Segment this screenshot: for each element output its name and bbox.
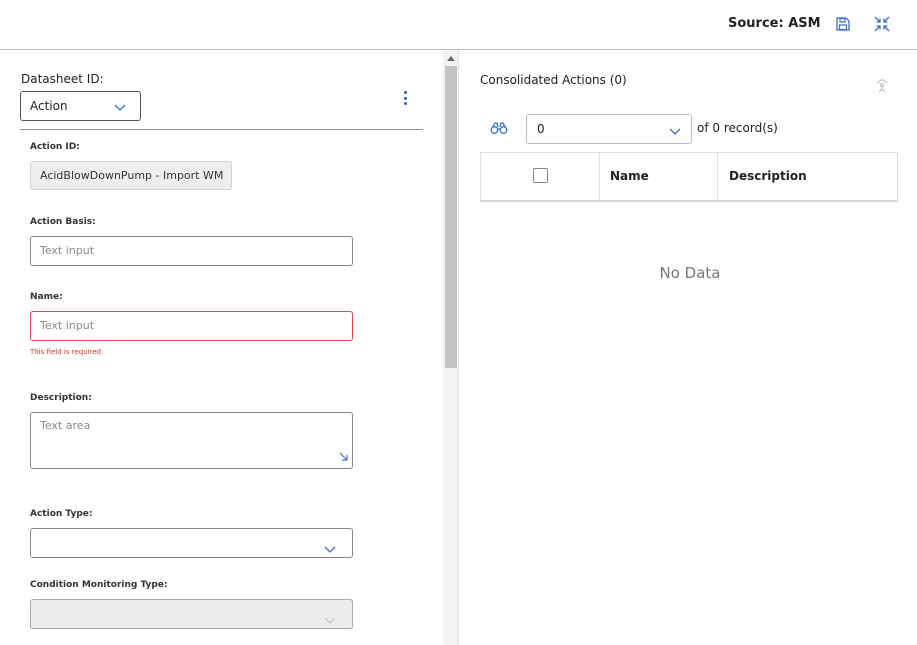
divider [20, 129, 423, 130]
column-header-description[interactable]: Description [718, 153, 897, 201]
action-basis-input[interactable]: Text input [30, 236, 353, 266]
select-all-cell [481, 153, 600, 201]
action-basis-label: Action Basis: [30, 217, 96, 227]
top-toolbar: Source: ASM [0, 0, 917, 50]
consolidated-actions-panel: Consolidated Actions (0) 0 of 0 record(s… [460, 50, 917, 645]
more-options-icon[interactable] [400, 90, 410, 106]
select-all-checkbox[interactable] [533, 168, 548, 183]
action-id-field: AcidBlowDownPump - Import WM [30, 161, 232, 190]
action-type-select[interactable] [30, 528, 353, 558]
page-select[interactable]: 0 [526, 114, 692, 144]
record-count-text: of 0 record(s) [697, 121, 778, 135]
name-label: Name: [30, 292, 63, 302]
datasheet-panel: Datasheet ID: Action Action ID: AcidBlow… [0, 50, 443, 645]
resize-grip-icon[interactable] [339, 452, 349, 465]
chevron-down-icon [114, 101, 126, 115]
grid-header: Name Description [480, 152, 898, 202]
column-header-name[interactable]: Name [600, 153, 718, 201]
datasheet-id-label: Datasheet ID: [21, 72, 104, 86]
collapse-icon[interactable] [872, 14, 892, 34]
vertical-scrollbar[interactable] [443, 50, 459, 645]
chevron-down-icon [324, 539, 336, 558]
chevron-down-icon [324, 610, 336, 629]
of-label: of [697, 121, 709, 135]
datasheet-id-select[interactable]: Action [20, 91, 141, 121]
condition-monitoring-type-label: Condition Monitoring Type: [30, 580, 168, 590]
page-value: 0 [537, 122, 545, 136]
description-placeholder: Text area [40, 419, 91, 432]
description-textarea[interactable]: Text area [30, 412, 353, 469]
record-total: 0 [712, 121, 721, 135]
name-input[interactable]: Text input [30, 311, 353, 341]
datasheet-id-value: Action [30, 99, 68, 113]
name-error-message: This field is required [30, 348, 102, 356]
binoculars-icon[interactable] [490, 120, 508, 139]
chevron-down-icon [669, 125, 681, 139]
records-label: record(s) [723, 121, 778, 135]
source-label: Source: ASM [728, 16, 821, 31]
scrollbar-thumb[interactable] [445, 66, 457, 368]
action-type-label: Action Type: [30, 509, 93, 519]
empty-state-text: No Data [659, 264, 721, 282]
scroll-up-arrow-icon[interactable] [447, 56, 455, 61]
save-icon[interactable] [833, 14, 853, 34]
action-id-label: Action ID: [30, 142, 80, 152]
condition-monitoring-type-select [30, 599, 353, 629]
description-label: Description: [30, 393, 92, 403]
promote-icon [874, 78, 890, 98]
consolidated-actions-title: Consolidated Actions (0) [480, 73, 627, 87]
